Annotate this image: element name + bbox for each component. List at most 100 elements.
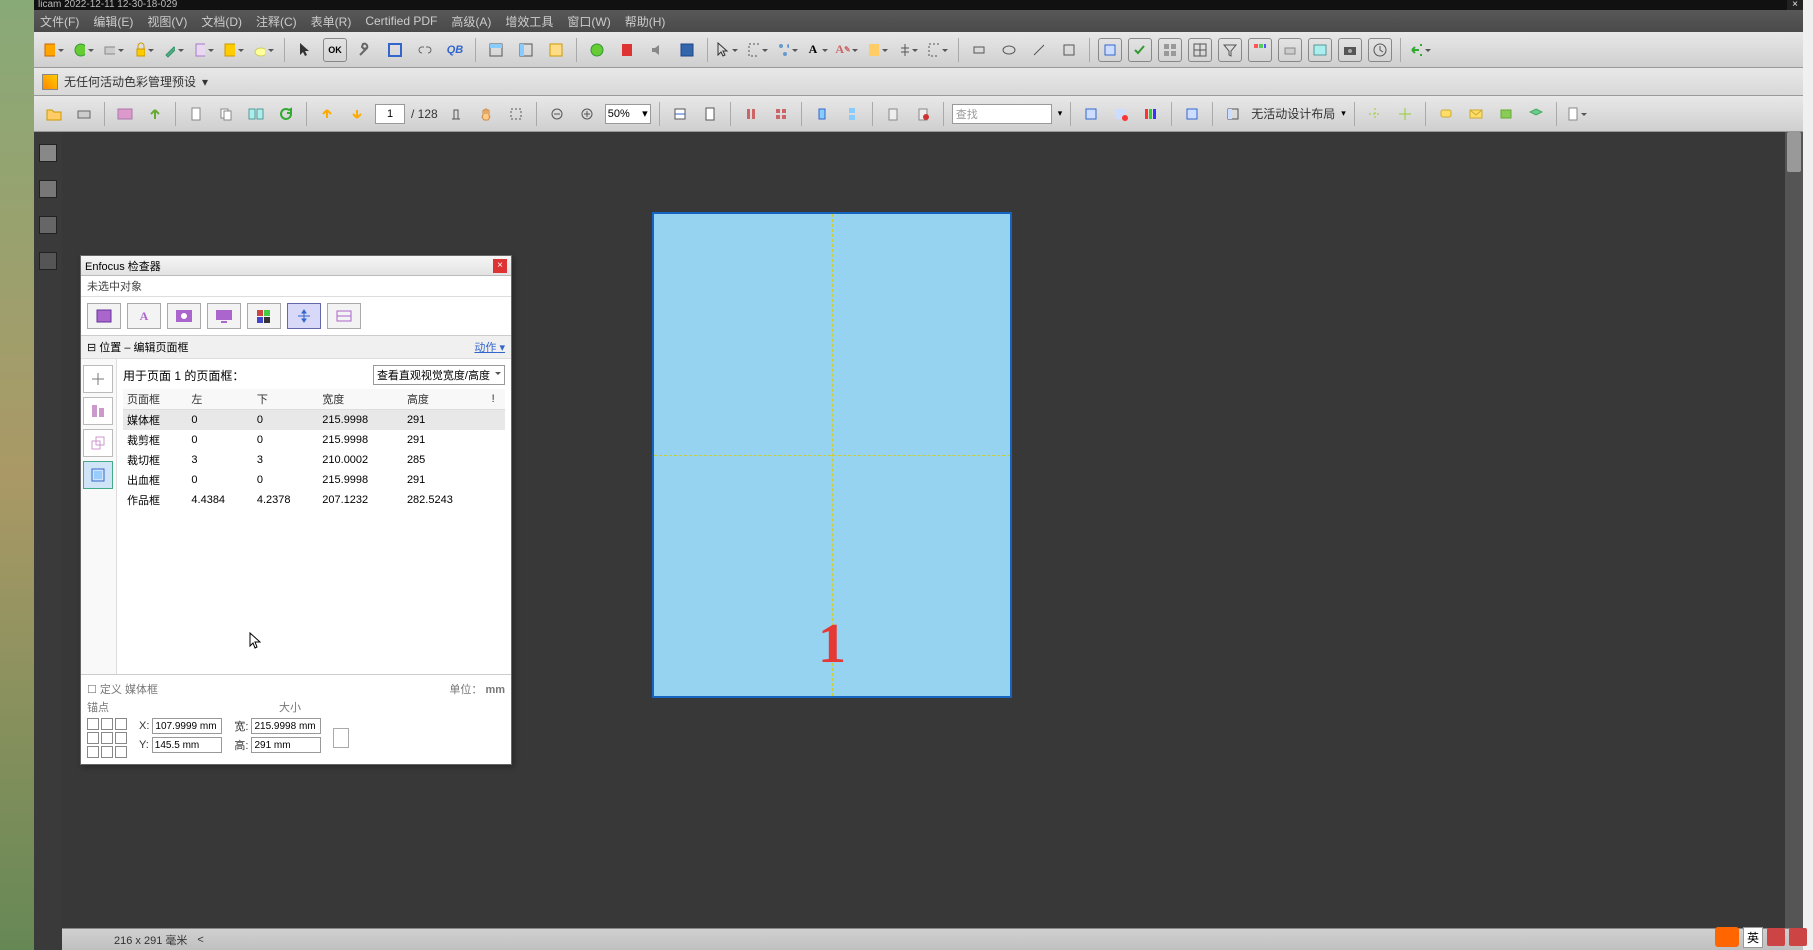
th-box[interactable]: 页面框 xyxy=(123,389,187,410)
zoom-in-icon[interactable] xyxy=(575,102,599,126)
tab-image-icon[interactable] xyxy=(167,303,201,329)
side-tab-align-icon[interactable] xyxy=(83,397,113,425)
search-input[interactable]: 查找 xyxy=(952,104,1052,124)
action-dropdown[interactable]: 动作 ▾ xyxy=(474,339,505,355)
upload-icon[interactable] xyxy=(143,102,167,126)
th-width[interactable]: 宽度 xyxy=(318,389,403,410)
tool-page-icon[interactable] xyxy=(192,38,216,62)
color-preset-chevron-icon[interactable]: ▾ xyxy=(202,75,208,89)
tool-marquee2-icon[interactable] xyxy=(926,38,950,62)
tool-audio-icon[interactable] xyxy=(645,38,669,62)
tool-rect-icon[interactable] xyxy=(967,38,991,62)
tool-color-icon[interactable] xyxy=(866,38,890,62)
menu-view[interactable]: 视图(V) xyxy=(147,13,187,30)
guides2-icon[interactable] xyxy=(1393,102,1417,126)
h-input[interactable] xyxy=(251,737,321,753)
tool-ok-icon[interactable]: OK xyxy=(323,38,347,62)
tool-line-icon[interactable] xyxy=(1027,38,1051,62)
tool-window2-icon[interactable] xyxy=(514,38,538,62)
tool-new-icon[interactable] xyxy=(42,38,66,62)
page-icon-1[interactable] xyxy=(184,102,208,126)
tool-nodes-icon[interactable] xyxy=(776,38,800,62)
copy-icon[interactable] xyxy=(214,102,238,126)
menu-document[interactable]: 文档(D) xyxy=(201,13,242,30)
w-input[interactable] xyxy=(251,718,321,734)
nav-up-icon[interactable] xyxy=(315,102,339,126)
tool-cursor-icon[interactable] xyxy=(293,38,317,62)
tool-window3-icon[interactable] xyxy=(544,38,568,62)
side-tab-scale-icon[interactable] xyxy=(83,429,113,457)
tool-filter-icon[interactable] xyxy=(1218,38,1242,62)
tool-print2-icon[interactable] xyxy=(1278,38,1302,62)
text-select-icon[interactable] xyxy=(444,102,468,126)
tool-pdf-icon[interactable] xyxy=(615,38,639,62)
view-mode2-icon[interactable] xyxy=(769,102,793,126)
zoom-out-icon[interactable] xyxy=(545,102,569,126)
table-row[interactable]: 裁剪框00215.9998291 xyxy=(123,430,505,450)
clipboard-icon[interactable] xyxy=(881,102,905,126)
tool-box-icon[interactable] xyxy=(383,38,407,62)
tab-position-icon[interactable] xyxy=(287,303,321,329)
tool-grid2-icon[interactable] xyxy=(1188,38,1212,62)
tab-fill-icon[interactable] xyxy=(87,303,121,329)
menu-window[interactable]: 窗口(W) xyxy=(567,13,610,30)
tool-window1-icon[interactable] xyxy=(484,38,508,62)
print-icon[interactable] xyxy=(72,102,96,126)
anchor-grid[interactable] xyxy=(87,718,127,758)
doc-dropdown-icon[interactable] xyxy=(1565,102,1589,126)
menu-advanced[interactable]: 高级(A) xyxy=(451,13,491,30)
email-icon[interactable] xyxy=(113,102,137,126)
lock-aspect-icon[interactable] xyxy=(333,728,349,748)
view-mode-select[interactable]: 查看直观视觉宽度/高度 xyxy=(373,365,505,385)
page-number-input[interactable] xyxy=(375,104,405,124)
rail-pages-icon[interactable] xyxy=(39,144,57,162)
inspector-close-button[interactable]: × xyxy=(493,259,507,273)
tool-history-icon[interactable] xyxy=(1368,38,1392,62)
layers-green-icon[interactable] xyxy=(1494,102,1518,126)
rail-layers-icon[interactable] xyxy=(39,216,57,234)
fit-width-icon[interactable] xyxy=(668,102,692,126)
tab-separation-icon[interactable] xyxy=(247,303,281,329)
panel-blue-icon[interactable] xyxy=(1180,102,1204,126)
stack-icon[interactable] xyxy=(1524,102,1548,126)
status-chevron-icon[interactable]: < xyxy=(197,934,203,946)
tab-text-icon[interactable]: A xyxy=(127,303,161,329)
tool-text-icon[interactable]: A xyxy=(806,38,830,62)
tool-text-edit-icon[interactable]: A✎ xyxy=(836,38,860,62)
tool-wrench-icon[interactable] xyxy=(353,38,377,62)
clipboard2-icon[interactable] xyxy=(911,102,935,126)
tool-globe-icon[interactable] xyxy=(585,38,609,62)
tool-camera-icon[interactable] xyxy=(1338,38,1362,62)
tool-palette-icon[interactable] xyxy=(1248,38,1272,62)
ime-indicator[interactable]: 英 xyxy=(1743,927,1763,948)
table-row[interactable]: 裁切框33210.0002285 xyxy=(123,450,505,470)
tool-image-icon[interactable] xyxy=(1308,38,1332,62)
tool-exit-icon[interactable] xyxy=(1409,38,1433,62)
tool-marquee-icon[interactable] xyxy=(746,38,770,62)
panel-layout-icon[interactable] xyxy=(1221,102,1245,126)
tray-icon-1[interactable] xyxy=(1767,928,1785,946)
guides1-icon[interactable] xyxy=(1363,102,1387,126)
tool-save-icon[interactable] xyxy=(222,38,246,62)
tool-ellipse-icon[interactable] xyxy=(997,38,1021,62)
th-bottom[interactable]: 下 xyxy=(253,389,318,410)
note-icon[interactable] xyxy=(1434,102,1458,126)
tool-disk-icon[interactable] xyxy=(675,38,699,62)
nav-down-icon[interactable] xyxy=(345,102,369,126)
panel-warn-icon[interactable] xyxy=(1109,102,1133,126)
color-preset-label[interactable]: 无任何活动色彩管理预设 xyxy=(64,73,196,90)
tool-pencil-icon[interactable] xyxy=(162,38,186,62)
tool-qb-icon[interactable]: QB xyxy=(443,38,467,62)
tab-prepress-icon[interactable] xyxy=(327,303,361,329)
hand-icon[interactable] xyxy=(474,102,498,126)
th-height[interactable]: 高度 xyxy=(403,389,488,410)
menu-plugins[interactable]: 增效工具 xyxy=(505,13,553,30)
tool-cloud-icon[interactable] xyxy=(252,38,276,62)
tool-check-icon[interactable] xyxy=(1128,38,1152,62)
menu-file[interactable]: 文件(F) xyxy=(40,13,79,30)
menu-forms[interactable]: 表单(R) xyxy=(311,13,352,30)
th-warn[interactable]: ! xyxy=(488,389,505,410)
table-row[interactable]: 出血框00215.9998291 xyxy=(123,470,505,490)
tab-screen-icon[interactable] xyxy=(207,303,241,329)
refresh-icon[interactable] xyxy=(274,102,298,126)
